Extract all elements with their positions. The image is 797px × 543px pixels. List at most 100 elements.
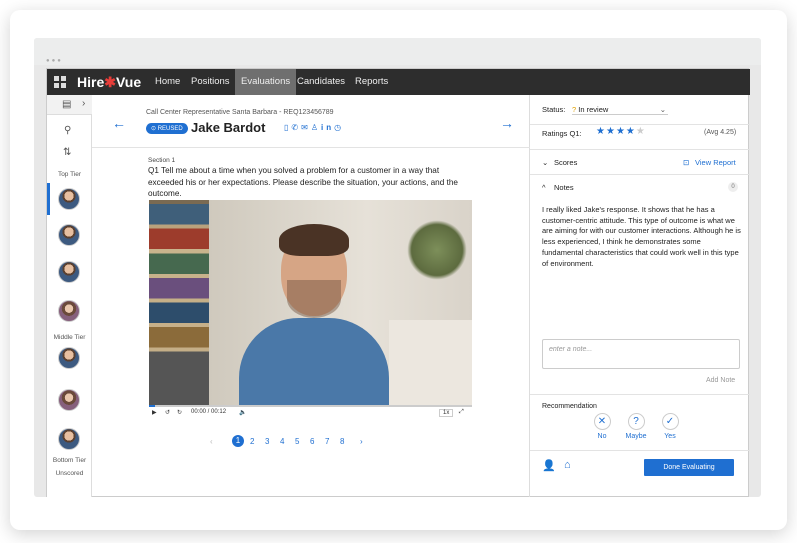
app: Hire✱Vue Home Positions Evaluations Cand… (46, 68, 750, 497)
divider (530, 450, 750, 451)
tab-positions[interactable]: Positions (185, 69, 236, 95)
app-grid-icon[interactable] (54, 76, 66, 88)
evaluation-main: ← → Call Center Representative Santa Bar… (92, 95, 530, 497)
star-icon[interactable]: ★ (596, 126, 606, 137)
rewind-icon[interactable]: ↺ (165, 409, 170, 416)
time-display: 00:00 / 00:12 (191, 409, 227, 415)
rating-stars[interactable]: ★★★★★ (596, 126, 646, 137)
tab-home[interactable]: Home (149, 69, 186, 95)
tier-bottom-label: Bottom Tier (52, 457, 87, 464)
page-5[interactable]: 5 (295, 437, 299, 446)
candidate-sidebar: ▤ › ⚲ ⇅ Top Tier Middle Tier Bottom Tier… (47, 95, 92, 497)
notes-label: Notes (554, 183, 574, 192)
sort-icon[interactable]: ⇅ (63, 147, 71, 158)
close-icon: ✕ (593, 413, 611, 430)
search-icon[interactable]: ⚲ (64, 125, 71, 136)
page-3[interactable]: 3 (265, 437, 269, 446)
video-controls: ▶ ↺ ↻ 00:00 / 00:12 🔈 1x ⤢ (149, 405, 472, 419)
page-1[interactable]: 1 (232, 435, 244, 447)
forward-icon[interactable]: ↻ (177, 409, 182, 416)
add-user-icon[interactable]: 👤 (542, 459, 556, 472)
ratings-label: Ratings Q1: (542, 129, 582, 138)
avatar[interactable] (58, 300, 80, 322)
avatar[interactable] (58, 347, 80, 369)
divider (92, 147, 530, 148)
page-7[interactable]: 7 (325, 437, 329, 446)
pager-next[interactable]: › (360, 437, 363, 446)
status-label: Status: (542, 105, 566, 114)
question-icon: ? (627, 413, 645, 430)
prev-candidate-arrow-icon[interactable]: ← (112, 115, 126, 131)
note-entry: I really liked Jake's response. It shows… (542, 205, 741, 268)
volume-icon[interactable]: 🔈 (239, 409, 246, 416)
page-2[interactable]: 2 (250, 437, 254, 446)
question-text: Q1 Tell me about a time when you solved … (148, 166, 458, 198)
ratings-row: Ratings Q1: ★★★★★ (Avg 4.25) (530, 125, 750, 149)
tab-reports[interactable]: Reports (349, 69, 394, 95)
plant-image (407, 220, 467, 280)
chevron-up-icon[interactable]: ^ (542, 183, 546, 192)
chevron-down-icon[interactable]: ⌄ (542, 158, 548, 167)
email-icon[interactable]: ✉ (301, 123, 311, 132)
section-label: Section 1 (148, 157, 176, 164)
tab-evaluations[interactable]: Evaluations (235, 69, 297, 95)
chevron-right-icon[interactable]: › (82, 98, 85, 109)
tag-icon[interactable]: ⌂ (564, 459, 571, 471)
rec-no-label: No (597, 433, 607, 440)
fullscreen-icon[interactable]: ⤢ (459, 409, 464, 416)
video-player[interactable] (149, 200, 472, 405)
avatar[interactable] (58, 428, 80, 450)
speed-button[interactable]: 1x (439, 409, 454, 417)
avatar[interactable] (58, 224, 80, 246)
top-nav: Hire✱Vue Home Positions Evaluations Cand… (47, 69, 750, 95)
tab-candidates[interactable]: Candidates (291, 69, 351, 95)
reused-badge: ⊙ REUSED (146, 123, 188, 134)
tier-top-label: Top Tier (57, 171, 82, 178)
couch-image (389, 320, 472, 405)
star-icon[interactable]: ★ (626, 126, 636, 137)
phone-icon[interactable]: ✆ (291, 123, 301, 132)
page-8[interactable]: 8 (340, 437, 344, 446)
star-icon[interactable]: ★ (636, 126, 646, 137)
candidate-video-person (239, 218, 389, 405)
play-icon[interactable]: ▶ (152, 409, 157, 416)
chart-icon[interactable]: ⊡ (683, 158, 689, 167)
browser-chrome: ●●● (34, 38, 761, 65)
brand-logo[interactable]: Hire✱Vue (77, 74, 141, 91)
note-input[interactable]: enter a note... (542, 339, 740, 369)
clock-icon[interactable]: ◷ (334, 123, 344, 132)
progress-track[interactable] (149, 405, 472, 407)
rec-maybe-label: Maybe (625, 433, 647, 440)
rating-average: (Avg 4.25) (704, 129, 737, 136)
add-note-button[interactable]: Add Note (706, 377, 735, 384)
progress-fill (149, 405, 156, 407)
star-icon[interactable]: ★ (606, 126, 616, 137)
done-evaluating-button[interactable]: Done Evaluating (644, 459, 734, 476)
selected-indicator (47, 183, 50, 215)
status-dropdown[interactable]: ? In review ⌄ (572, 105, 668, 115)
rec-yes-button[interactable]: ✓ Yes (655, 413, 685, 440)
star-icon[interactable]: ★ (616, 126, 626, 137)
avatar[interactable] (58, 389, 80, 411)
evaluation-panel: Status: ? In review ⌄ Ratings Q1: ★★★★★ (… (530, 95, 750, 497)
next-candidate-arrow-icon[interactable]: → (500, 115, 514, 131)
rec-no-button[interactable]: ✕ No (587, 413, 617, 440)
list-view-icon[interactable]: ▤ (62, 99, 71, 110)
page-4[interactable]: 4 (280, 437, 284, 446)
tier-unscored-label: Unscored (55, 470, 84, 477)
linkedin-icon[interactable]: in (321, 123, 334, 132)
scores-label: Scores (554, 158, 578, 167)
job-title: Call Center Representative Santa Barbara… (146, 109, 334, 116)
avatar[interactable] (58, 188, 80, 210)
sidebar-toggle[interactable]: ▤ › (47, 95, 92, 115)
page-6[interactable]: 6 (310, 437, 314, 446)
view-report-link[interactable]: View Report (695, 158, 736, 167)
pager-prev[interactable]: ‹ (210, 437, 213, 446)
avatar[interactable] (58, 261, 80, 283)
rec-maybe-button[interactable]: ? Maybe (621, 413, 651, 440)
scores-row[interactable]: ⌄ Scores ⊡ View Report (530, 149, 750, 175)
user-icon[interactable]: ♙ (311, 123, 321, 132)
rec-yes-label: Yes (664, 433, 676, 440)
window-dots-icon: ●●● (46, 58, 63, 64)
bookshelf-image (149, 200, 209, 405)
